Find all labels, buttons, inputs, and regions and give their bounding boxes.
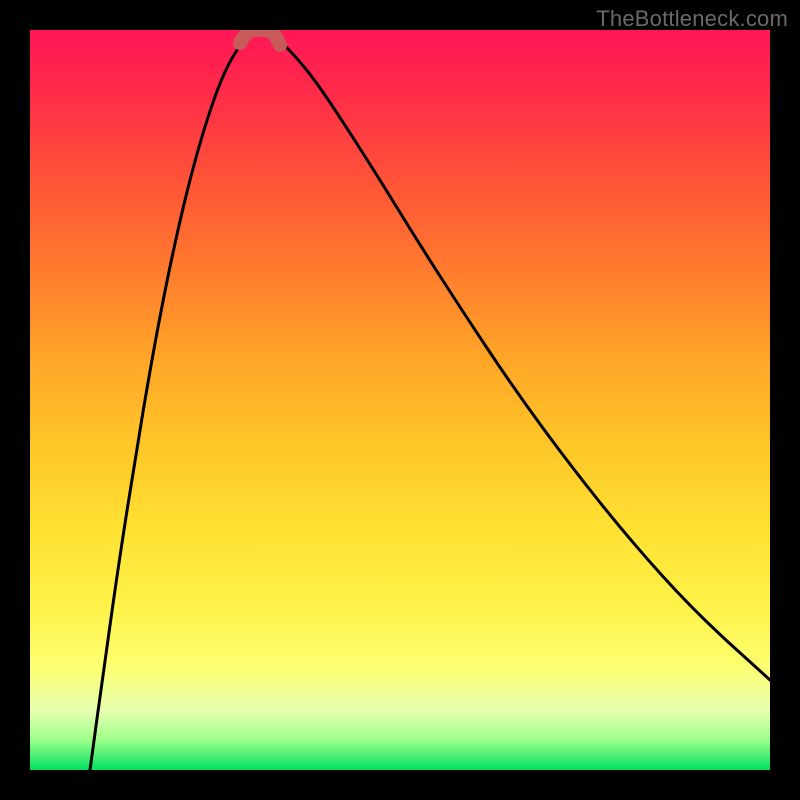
left-curve-path bbox=[90, 35, 248, 770]
watermark-text: TheBottleneck.com bbox=[596, 6, 788, 32]
right-curve-path bbox=[272, 35, 770, 680]
chart-svg bbox=[30, 30, 770, 770]
foot-curve-path bbox=[240, 30, 280, 45]
chart-plot-area bbox=[30, 30, 770, 770]
